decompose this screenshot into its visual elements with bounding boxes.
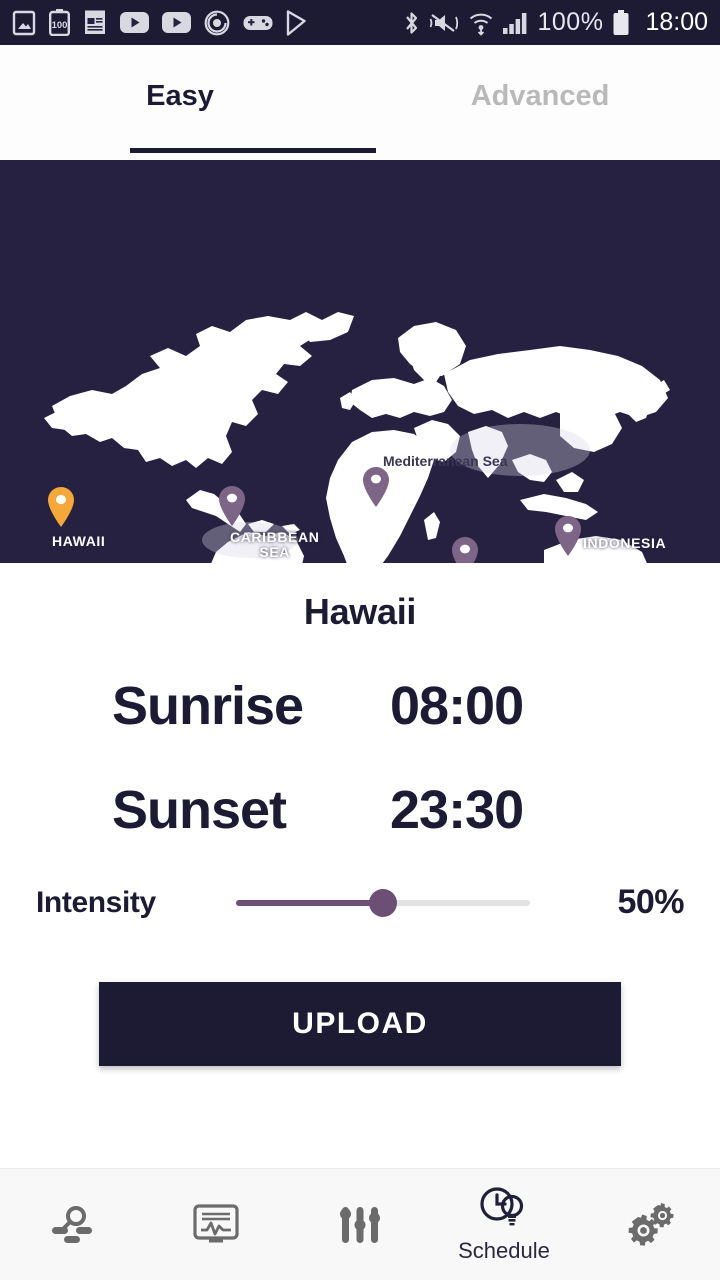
status-bar-right-icons: 100% 18:00 bbox=[403, 8, 708, 37]
sunrise-label: Sunrise bbox=[112, 676, 304, 736]
intensity-label: Intensity bbox=[36, 885, 156, 919]
map-pin-mediterranean[interactable] bbox=[361, 466, 391, 508]
sunrise-row: Sunrise 08:00 bbox=[0, 675, 720, 737]
map-pin-label-hawaii: HAWAII bbox=[52, 533, 106, 549]
tab-bar: Easy Advanced bbox=[0, 45, 720, 160]
battery-icon bbox=[612, 9, 630, 36]
wifi-icon bbox=[468, 10, 494, 36]
nav-item-monitor[interactable] bbox=[144, 1169, 288, 1280]
play-store-icon bbox=[286, 9, 309, 36]
tab-active-indicator bbox=[130, 148, 376, 153]
upload-button[interactable]: UPLOAD bbox=[99, 982, 621, 1066]
search-settings-icon bbox=[44, 1201, 100, 1249]
map-pin-caribbean[interactable] bbox=[217, 485, 247, 527]
sunset-row: Sunset 23:30 bbox=[0, 779, 720, 841]
map-pin-label-mediterranean: Mediterranean Sea bbox=[383, 453, 508, 469]
nav-item-equalizer[interactable] bbox=[288, 1169, 432, 1280]
nav-item-discover[interactable] bbox=[0, 1169, 144, 1280]
map-pin-indonesia[interactable] bbox=[553, 515, 583, 557]
intensity-slider[interactable] bbox=[236, 888, 530, 917]
map-pin-label-caribbean: CARIBBEAN SEA bbox=[230, 529, 320, 560]
selected-location-title: Hawaii bbox=[303, 591, 417, 632]
gamepad-icon bbox=[243, 13, 273, 33]
schedule-clock-bulb-icon bbox=[476, 1185, 532, 1233]
map-pin-maldives[interactable] bbox=[450, 536, 480, 563]
world-map[interactable]: HAWAII CARIBBEAN SEA Mediterranean Sea M… bbox=[0, 160, 720, 563]
battery-percent-label: 100% bbox=[537, 8, 604, 36]
bluetooth-icon bbox=[403, 10, 420, 36]
bottom-navigation: Schedule bbox=[0, 1168, 720, 1280]
sliders-icon bbox=[336, 1201, 384, 1249]
image-icon bbox=[12, 10, 36, 36]
map-pin-hawaii[interactable] bbox=[46, 486, 76, 528]
sunset-value[interactable]: 23:30 bbox=[390, 779, 524, 841]
tab-easy[interactable]: Easy bbox=[0, 45, 360, 160]
intensity-row: Intensity 50% bbox=[0, 883, 720, 922]
youtube-music-icon bbox=[162, 12, 191, 33]
tab-advanced[interactable]: Advanced bbox=[360, 45, 720, 160]
intensity-slider-fill bbox=[236, 899, 383, 906]
world-map-landmass bbox=[44, 312, 670, 563]
mute-vibrate-icon bbox=[429, 11, 459, 35]
main-content: Hawaii Sunrise 08:00 Sunset 23:30 Intens… bbox=[0, 563, 720, 1168]
nav-item-schedule[interactable]: Schedule bbox=[432, 1169, 576, 1280]
status-bar-clock: 18:00 bbox=[645, 8, 708, 36]
gears-icon bbox=[622, 1201, 674, 1249]
status-bar-left-icons: 100 bbox=[12, 9, 309, 36]
map-pin-label-indonesia: INDONESIA bbox=[583, 535, 667, 551]
signal-icon bbox=[503, 11, 528, 35]
monitor-icon bbox=[189, 1201, 243, 1249]
svg-text:100: 100 bbox=[52, 20, 68, 31]
youtube-icon bbox=[120, 12, 149, 33]
nav-item-settings[interactable] bbox=[576, 1169, 720, 1280]
sunset-label: Sunset bbox=[112, 780, 287, 840]
sunrise-value[interactable]: 08:00 bbox=[390, 675, 524, 737]
battery-saver-icon: 100 bbox=[49, 9, 70, 36]
news-icon bbox=[83, 10, 107, 36]
nav-label-schedule: Schedule bbox=[458, 1238, 550, 1263]
intensity-value: 50% bbox=[617, 883, 684, 921]
intensity-slider-thumb[interactable] bbox=[369, 888, 397, 917]
target-icon bbox=[204, 10, 230, 36]
sun-times-group: Sunrise 08:00 Sunset 23:30 bbox=[0, 675, 720, 841]
status-bar: 100 100% 18:00 bbox=[0, 0, 720, 45]
